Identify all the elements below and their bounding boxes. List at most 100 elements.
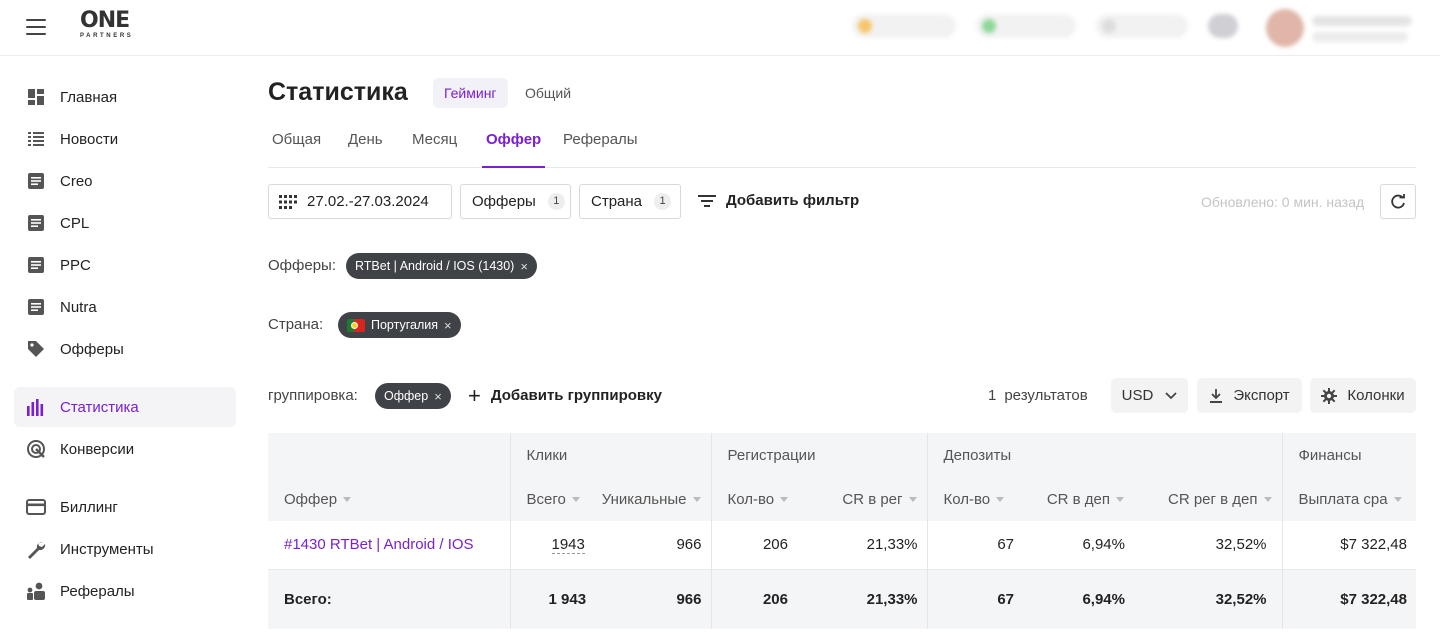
portugal-flag-icon	[347, 318, 365, 332]
sidebar-item-label: Новости	[60, 130, 119, 148]
sidebar-item-label: Nutra	[60, 298, 97, 316]
payout-cpa-cell: $7 322,48	[1281, 521, 1416, 570]
column-header-payout-cpa[interactable]: Выплата cpa	[1281, 477, 1416, 521]
offer-cell: #1430 RTBet | Android / IOS	[268, 521, 510, 570]
sidebar-item-billing[interactable]: Биллинг	[14, 487, 236, 527]
logo[interactable]: ONE PARTNERS	[80, 8, 133, 40]
tab-offer[interactable]: Оффер	[482, 131, 546, 168]
results-count: 1 результатов	[988, 387, 1088, 404]
country-filter-button[interactable]: Страна 1	[579, 184, 681, 219]
download-icon	[1209, 388, 1223, 404]
menu-icon[interactable]	[26, 19, 46, 35]
column-header-clicks-unique[interactable]: Уникальные	[599, 477, 711, 521]
sidebar-item-creo[interactable]: Creo	[14, 161, 236, 201]
sidebar-item-statistics[interactable]: Статистика	[14, 387, 236, 427]
total-deposits: 67	[926, 569, 1024, 629]
sort-icon	[692, 497, 701, 503]
document-icon	[26, 255, 46, 275]
refresh-button[interactable]	[1380, 184, 1416, 219]
add-grouping-button[interactable]: + Добавить группировку	[468, 384, 662, 406]
sidebar-item-ppc[interactable]: PPC	[14, 245, 236, 285]
total-label: Всего:	[268, 569, 510, 629]
column-header-deposits-count[interactable]: Кол-во	[926, 477, 1024, 521]
sidebar-item-label: Конверсии	[60, 440, 135, 458]
add-filter-button[interactable]: Добавить фильтр	[698, 192, 859, 209]
status-badge[interactable]	[976, 14, 1076, 38]
segment-general[interactable]: Общий	[514, 78, 582, 108]
column-header-clicks-total[interactable]: Всего	[509, 477, 599, 521]
sort-icon	[908, 497, 917, 503]
filter-icon	[698, 194, 716, 208]
column-header-cr-dep[interactable]: CR в деп	[1024, 477, 1134, 521]
table-total-row: Всего: 1 943 966 206 21,33% 67 6,94% 32,…	[268, 569, 1416, 629]
sort-icon	[343, 497, 352, 503]
column-header-offer[interactable]: Оффер	[268, 477, 510, 521]
tab-general[interactable]: Общая	[268, 131, 325, 168]
offer-filter-chip: RTBet | Android / IOS (1430) ×	[346, 253, 537, 279]
currency-badge[interactable]	[1096, 14, 1188, 38]
statistics-table: Клики Регистрации Депозиты Финансы Оффер…	[268, 433, 1416, 629]
tab-bar: Общая День Месяц Оффер Рефералы	[268, 122, 1416, 168]
grouping-chip: Оффер ×	[375, 383, 451, 409]
total-payout: $7 322,48	[1281, 569, 1416, 629]
sidebar-item-label: Инструменты	[60, 540, 154, 558]
tab-month[interactable]: Месяц	[408, 131, 461, 168]
balance-badge[interactable]	[852, 14, 956, 38]
referrals-icon	[26, 581, 46, 601]
export-button[interactable]: Экспорт	[1197, 378, 1302, 413]
sort-icon	[1263, 497, 1272, 503]
cr-reg-dep-cell: 32,52%	[1134, 521, 1282, 570]
sidebar-item-label: PPC	[60, 256, 91, 274]
wrench-icon	[26, 539, 46, 559]
tab-referrals[interactable]: Рефералы	[559, 131, 642, 168]
date-range-value: 27.02.-27.03.2024	[307, 193, 429, 210]
sidebar-item-cpl[interactable]: CPL	[14, 203, 236, 243]
column-header-cr-reg[interactable]: CR в рег	[811, 477, 927, 521]
group-header-finance: Финансы	[1281, 433, 1416, 477]
date-range-picker[interactable]: 27.02.-27.03.2024	[268, 184, 452, 219]
sidebar-item-label: Биллинг	[60, 498, 118, 516]
offers-filter-button[interactable]: Офферы 1	[460, 184, 571, 219]
group-header-deposits: Депозиты	[926, 433, 1282, 477]
sidebar-item-referrals[interactable]: Рефералы	[14, 571, 236, 611]
columns-button[interactable]: Колонки	[1310, 378, 1416, 413]
sidebar-item-news[interactable]: Новости	[14, 119, 236, 159]
close-icon[interactable]: ×	[434, 389, 442, 404]
clicks-total-cell: 1943	[509, 521, 599, 570]
column-label: Выплата cpa	[1298, 490, 1388, 508]
table-group-header: Клики Регистрации Депозиты Финансы	[268, 433, 1416, 477]
avatar[interactable]	[1266, 9, 1304, 47]
sort-icon	[571, 497, 580, 503]
chevron-down-icon	[1165, 391, 1177, 400]
sidebar-item-offers[interactable]: Офферы	[14, 329, 236, 369]
add-grouping-label: Добавить группировку	[490, 387, 662, 404]
refresh-icon	[1390, 193, 1406, 210]
close-icon[interactable]: ×	[520, 259, 528, 274]
tab-day[interactable]: День	[344, 131, 387, 168]
clicks-unique-cell: 966	[599, 521, 711, 570]
sidebar-item-home[interactable]: Главная	[14, 77, 236, 117]
sidebar-item-conversions[interactable]: Конверсии	[14, 429, 236, 469]
column-label: Уникальные	[601, 490, 687, 508]
page-title: Статистика	[268, 78, 408, 106]
clicks-total-value[interactable]: 1943	[551, 536, 585, 555]
group-header-clicks: Клики	[509, 433, 711, 477]
top-bar: ONE PARTNERS	[0, 0, 1440, 56]
country-active-label: Страна:	[268, 316, 324, 333]
results-number: 1	[988, 387, 997, 404]
offer-link[interactable]: #1430 RTBet | Android / IOS	[284, 536, 474, 553]
list-icon	[26, 129, 46, 149]
column-header-cr-reg-dep[interactable]: CR рег в деп	[1134, 477, 1282, 521]
currency-value: USD	[1121, 387, 1154, 404]
logo-text: ONE	[80, 8, 130, 33]
close-icon[interactable]: ×	[444, 318, 452, 333]
sidebar-item-nutra[interactable]: Nutra	[14, 287, 236, 327]
grouping-label: группировка:	[268, 387, 358, 404]
currency-select[interactable]: USD	[1111, 378, 1188, 413]
sidebar-item-tools[interactable]: Инструменты	[14, 529, 236, 569]
column-header-registrations-count[interactable]: Кол-во	[710, 477, 811, 521]
segment-gaming[interactable]: Гейминг	[433, 78, 508, 108]
sidebar-item-label: Рефералы	[60, 582, 135, 600]
calendar-grid-icon	[279, 194, 297, 209]
notification-icon[interactable]	[1208, 14, 1238, 38]
